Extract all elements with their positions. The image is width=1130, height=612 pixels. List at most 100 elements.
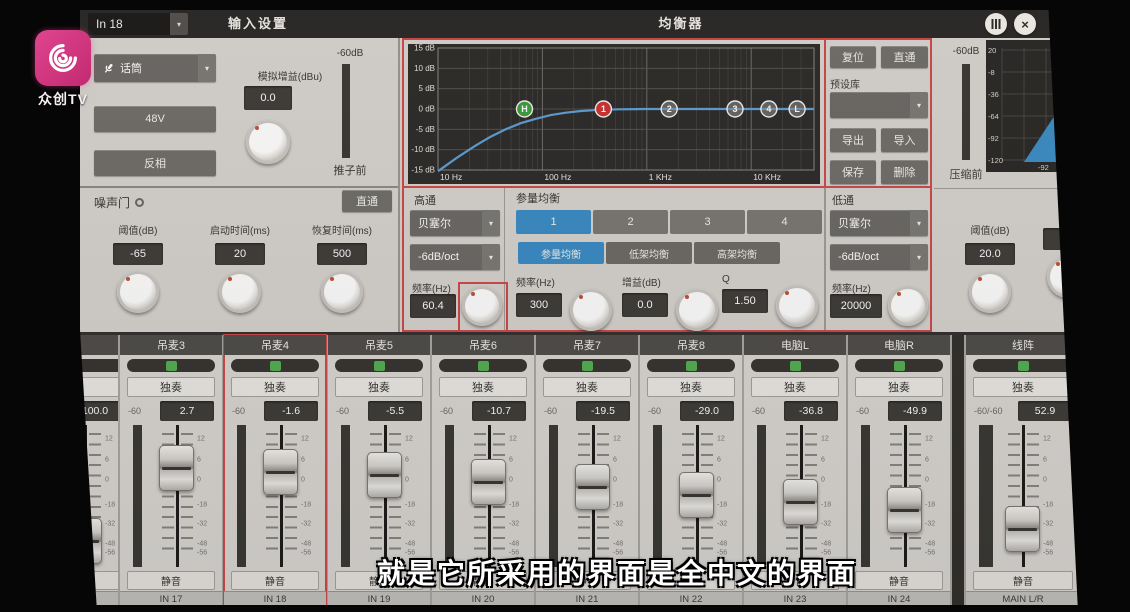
param-value[interactable]: -65: [113, 243, 163, 265]
solo-button[interactable]: 独奏: [751, 377, 839, 397]
param-value[interactable]: 500: [317, 243, 367, 265]
fader-track[interactable]: [280, 425, 283, 567]
solo-button[interactable]: 独奏: [335, 377, 423, 397]
analog-gain-knob[interactable]: [246, 120, 290, 164]
pan-thumb[interactable]: [166, 361, 177, 371]
param-knob[interactable]: [117, 271, 159, 313]
lowpass-freq-value[interactable]: 20000: [830, 294, 882, 318]
analog-gain-value[interactable]: 0.0: [244, 86, 292, 110]
solo-button[interactable]: 独奏: [231, 377, 319, 397]
eq-band-button[interactable]: 2: [593, 210, 668, 234]
pan-slider[interactable]: [80, 359, 118, 372]
param-knob[interactable]: [570, 289, 612, 331]
pan-slider[interactable]: [127, 359, 215, 372]
input-source-dropdown[interactable]: 话筒: [94, 54, 216, 82]
fader-handle[interactable]: [1005, 506, 1040, 552]
channels-view-button[interactable]: [985, 13, 1007, 35]
preset-delete-button[interactable]: 删除: [881, 160, 928, 184]
param-knob[interactable]: [969, 271, 1011, 313]
close-button[interactable]: ×: [1014, 13, 1036, 35]
fader-handle[interactable]: [263, 449, 298, 495]
fader-handle[interactable]: [679, 472, 714, 518]
eq-type-tab[interactable]: 参量均衡: [518, 242, 604, 264]
eq-band-button[interactable]: 4: [747, 210, 822, 234]
param-knob[interactable]: [676, 289, 718, 331]
fader-handle[interactable]: [471, 459, 506, 505]
solo-button[interactable]: 独奏: [543, 377, 631, 397]
param-value[interactable]: 1.50: [722, 289, 768, 313]
pan-thumb[interactable]: [374, 361, 385, 371]
channel-selector[interactable]: In 18 ▾: [88, 13, 188, 35]
pan-thumb[interactable]: [478, 361, 489, 371]
eq-graph-svg[interactable]: 15 dB10 dB5 dB0 dB-5 dB-10 dB-15 dB10 Hz…: [408, 44, 820, 184]
pan-slider[interactable]: [647, 359, 735, 372]
param-value[interactable]: 300: [516, 293, 562, 317]
preset-save-button[interactable]: 保存: [830, 160, 876, 184]
pan-slider[interactable]: [439, 359, 527, 372]
lowpass-type-dropdown[interactable]: 贝塞尔: [830, 210, 928, 236]
channel-name[interactable]: 吊麦5: [328, 335, 430, 355]
param-value[interactable]: 20: [215, 243, 265, 265]
solo-button[interactable]: 独奏: [973, 377, 1073, 397]
fader-handle[interactable]: [575, 464, 610, 510]
pan-thumb[interactable]: [582, 361, 593, 371]
pan-slider[interactable]: [855, 359, 943, 372]
fader-handle[interactable]: [783, 479, 818, 525]
pan-thumb[interactable]: [270, 361, 281, 371]
pan-slider[interactable]: [335, 359, 423, 372]
pan-slider[interactable]: [231, 359, 319, 372]
channel-name[interactable]: 线阵: [966, 335, 1078, 355]
pan-slider[interactable]: [973, 359, 1073, 372]
param-knob[interactable]: [321, 271, 363, 313]
highpass-type-dropdown[interactable]: 贝塞尔: [410, 210, 500, 236]
mute-button[interactable]: 静音: [973, 571, 1073, 590]
solo-button[interactable]: [80, 377, 118, 397]
solo-button[interactable]: 独奏: [647, 377, 735, 397]
mute-button[interactable]: 静音: [231, 571, 319, 590]
solo-button[interactable]: 独奏: [855, 377, 943, 397]
highpass-freq-knob[interactable]: [462, 286, 502, 326]
channel-name[interactable]: 吊麦3: [120, 335, 222, 355]
lowpass-freq-knob[interactable]: [888, 286, 928, 326]
channel-name[interactable]: 吊麦6: [432, 335, 534, 355]
fader-handle[interactable]: [887, 487, 922, 533]
eq-bypass-button[interactable]: 直通: [881, 46, 928, 68]
channel-name[interactable]: [80, 335, 118, 355]
param-knob[interactable]: [776, 285, 818, 327]
mute-button[interactable]: 静音: [127, 571, 215, 590]
preset-import-button[interactable]: 导入: [881, 128, 928, 152]
channel-name[interactable]: 吊麦8: [640, 335, 742, 355]
preset-library-dropdown[interactable]: [830, 92, 928, 118]
pan-thumb[interactable]: [894, 361, 905, 371]
preset-export-button[interactable]: 导出: [830, 128, 876, 152]
gate-bypass-button[interactable]: 直通: [342, 190, 392, 212]
eq-type-tab[interactable]: 高架均衡: [694, 242, 780, 264]
fader-value-row: -60 -36.8: [744, 401, 846, 421]
param-value[interactable]: 20.0: [965, 243, 1015, 265]
eq-reset-button[interactable]: 复位: [830, 46, 876, 68]
lowpass-slope-dropdown[interactable]: -6dB/oct: [830, 244, 928, 270]
eq-type-tab[interactable]: 低架均衡: [606, 242, 692, 264]
mute-button[interactable]: 静音: [855, 571, 943, 590]
solo-button[interactable]: 独奏: [439, 377, 527, 397]
pan-thumb[interactable]: [1018, 361, 1029, 371]
param-knob[interactable]: [219, 271, 261, 313]
channel-name[interactable]: 吊麦4: [224, 335, 326, 355]
channel-name[interactable]: 电脑L: [744, 335, 846, 355]
pan-slider[interactable]: [751, 359, 839, 372]
fader-handle[interactable]: [367, 452, 402, 498]
channel-name[interactable]: 电脑R: [848, 335, 950, 355]
solo-button[interactable]: 独奏: [127, 377, 215, 397]
pan-thumb[interactable]: [790, 361, 801, 371]
highpass-slope-dropdown[interactable]: -6dB/oct: [410, 244, 500, 270]
eq-band-button[interactable]: 3: [670, 210, 745, 234]
phantom-power-button[interactable]: 48V: [94, 106, 216, 132]
pan-slider[interactable]: [543, 359, 631, 372]
phase-invert-button[interactable]: 反相: [94, 150, 216, 176]
highpass-freq-value[interactable]: 60.4: [410, 294, 456, 318]
eq-band-button[interactable]: 1: [516, 210, 591, 234]
param-value[interactable]: 0.0: [622, 293, 668, 317]
channel-name[interactable]: 吊麦7: [536, 335, 638, 355]
fader-handle[interactable]: [159, 445, 194, 491]
pan-thumb[interactable]: [686, 361, 697, 371]
